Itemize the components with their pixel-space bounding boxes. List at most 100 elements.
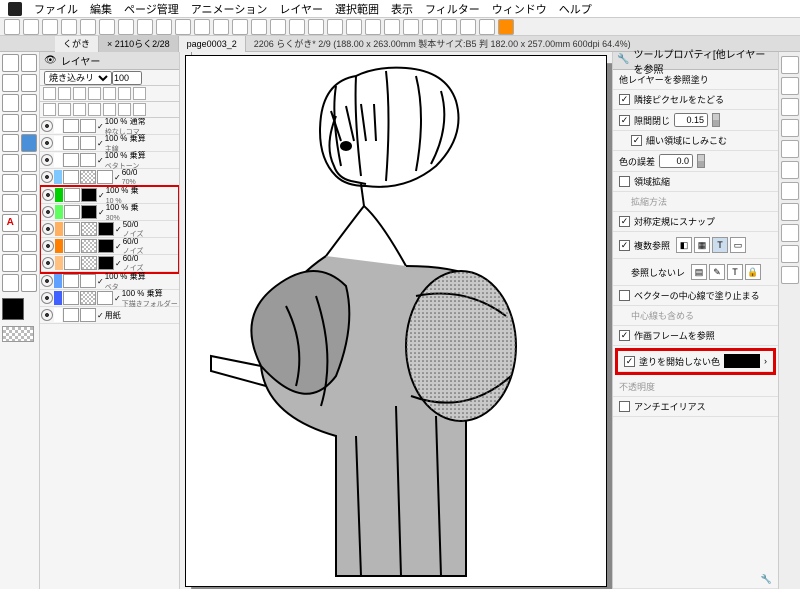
tool-icon[interactable] xyxy=(21,174,38,192)
menu-view[interactable]: 表示 xyxy=(391,1,413,17)
tool-icon[interactable] xyxy=(21,94,38,112)
spinner[interactable] xyxy=(697,154,705,168)
toolbar-btn[interactable] xyxy=(118,19,134,35)
visibility-toggle-icon[interactable] xyxy=(42,206,54,218)
toolbar-btn[interactable] xyxy=(384,19,400,35)
visibility-toggle-icon[interactable] xyxy=(41,309,53,321)
close-gap-value[interactable] xyxy=(674,113,708,127)
toolbar-btn[interactable] xyxy=(175,19,191,35)
toolbar-btn[interactable] xyxy=(232,19,248,35)
layer-tool-btn[interactable] xyxy=(58,87,71,100)
tool-icon[interactable] xyxy=(2,174,19,192)
tool-icon[interactable] xyxy=(2,274,19,292)
tool-icon[interactable] xyxy=(21,74,38,92)
layer-tool-btn[interactable] xyxy=(133,87,146,100)
side-tool-icon[interactable] xyxy=(781,266,799,284)
layer-tool-btn[interactable] xyxy=(58,103,71,116)
spinner[interactable] xyxy=(712,113,720,127)
layer-row[interactable]: ✓60/0ノイズ xyxy=(41,255,178,272)
toolbar-btn[interactable] xyxy=(137,19,153,35)
visibility-toggle-icon[interactable] xyxy=(41,120,53,132)
toolbar-btn[interactable] xyxy=(194,19,210,35)
layer-tool-btn[interactable] xyxy=(88,103,101,116)
tool-icon[interactable] xyxy=(2,154,19,172)
refer-btn[interactable]: ◧ xyxy=(676,237,692,253)
tool-icon[interactable] xyxy=(2,194,19,212)
menu-animation[interactable]: アニメーション xyxy=(191,1,268,17)
visibility-toggle-icon[interactable] xyxy=(42,189,54,201)
layer-tool-btn[interactable] xyxy=(43,87,56,100)
layer-color-swatch[interactable] xyxy=(54,136,62,150)
layer-row[interactable]: ✓用紙 xyxy=(40,307,179,324)
layer-tool-btn[interactable] xyxy=(88,87,101,100)
notrefer-btn[interactable]: ▤ xyxy=(691,264,707,280)
layer-tool-btn[interactable] xyxy=(133,103,146,116)
canvas-page[interactable] xyxy=(186,56,606,586)
layer-tool-btn[interactable] xyxy=(118,87,131,100)
toolbar-btn[interactable] xyxy=(61,19,77,35)
refer-btn[interactable]: ▦ xyxy=(694,237,710,253)
toolbar-btn[interactable] xyxy=(42,19,58,35)
prop-close-gap[interactable]: 隙間閉じ xyxy=(613,110,778,131)
refer-btn[interactable]: ▭ xyxy=(730,237,746,253)
blend-mode-select[interactable]: 焼き込みリ xyxy=(44,71,112,85)
side-tool-icon[interactable] xyxy=(781,140,799,158)
visibility-toggle-icon[interactable] xyxy=(41,171,53,183)
prop-no-start-color[interactable]: 塗りを開始しない色 › xyxy=(618,351,773,372)
prop-antialias[interactable]: アンチエイリアス xyxy=(613,397,778,417)
layer-color-swatch[interactable] xyxy=(54,119,62,133)
visibility-toggle-icon[interactable] xyxy=(42,223,54,235)
visibility-toggle-icon[interactable] xyxy=(41,137,53,149)
foreground-color-swatch[interactable] xyxy=(2,298,24,320)
toolbar-btn[interactable] xyxy=(251,19,267,35)
color-margin-value[interactable] xyxy=(659,154,693,168)
layer-color-swatch[interactable] xyxy=(54,291,62,305)
layer-row[interactable]: ✓100 % 乗30% xyxy=(41,204,178,221)
menu-help[interactable]: ヘルプ xyxy=(559,1,592,17)
layer-color-swatch[interactable] xyxy=(55,239,63,253)
layer-tool-btn[interactable] xyxy=(103,103,116,116)
layer-color-swatch[interactable] xyxy=(55,205,63,219)
notrefer-btn[interactable]: 🔒 xyxy=(745,264,761,280)
layer-row[interactable]: ✓60/070% xyxy=(40,169,179,186)
layer-color-swatch[interactable] xyxy=(54,274,62,288)
toolbar-btn[interactable] xyxy=(99,19,115,35)
tool-icon[interactable] xyxy=(2,234,19,252)
side-tool-icon[interactable] xyxy=(781,98,799,116)
layer-color-swatch[interactable] xyxy=(55,188,63,202)
menu-layer[interactable]: レイヤー xyxy=(279,1,323,17)
visibility-toggle-icon[interactable] xyxy=(41,154,53,166)
layer-tool-btn[interactable] xyxy=(118,103,131,116)
bucket-tool-icon[interactable] xyxy=(21,134,38,152)
refer-btn[interactable]: T xyxy=(712,237,728,253)
tool-icon[interactable] xyxy=(21,234,38,252)
side-tool-icon[interactable] xyxy=(781,77,799,95)
toolbar-btn[interactable] xyxy=(479,19,495,35)
visibility-toggle-icon[interactable] xyxy=(42,240,54,252)
tool-icon[interactable] xyxy=(21,214,38,232)
prop-snap-symmetry[interactable]: 対称定規にスナップ xyxy=(613,212,778,232)
visibility-toggle-icon[interactable] xyxy=(41,275,53,287)
menu-window[interactable]: ウィンドウ xyxy=(492,1,547,17)
prop-vector-center[interactable]: ベクターの中心線で塗り止まる xyxy=(613,286,778,306)
toolbar-btn[interactable] xyxy=(365,19,381,35)
opacity-input[interactable] xyxy=(112,71,142,85)
toolbar-btn[interactable] xyxy=(213,19,229,35)
menu-filter[interactable]: フィルター xyxy=(425,1,480,17)
settings-icon[interactable]: 🔧 xyxy=(761,574,772,585)
tool-icon[interactable] xyxy=(21,274,38,292)
toolbar-btn[interactable] xyxy=(4,19,20,35)
tool-icon[interactable] xyxy=(2,134,19,152)
prop-multi-refer[interactable]: 複数参照 ◧ ▦ T ▭ xyxy=(613,232,778,259)
layer-tool-btn[interactable] xyxy=(103,87,116,100)
side-tool-icon[interactable] xyxy=(781,224,799,242)
side-tool-icon[interactable] xyxy=(781,119,799,137)
side-tool-icon[interactable] xyxy=(781,182,799,200)
tool-icon[interactable] xyxy=(2,74,19,92)
prop-color-margin[interactable]: 色の誤差 xyxy=(613,151,778,172)
layer-color-swatch[interactable] xyxy=(55,256,63,270)
toolbar-btn[interactable] xyxy=(346,19,362,35)
side-tool-icon[interactable] xyxy=(781,245,799,263)
toolbar-btn[interactable] xyxy=(403,19,419,35)
prop-narrow-area[interactable]: 細い領域にしみこむ xyxy=(613,131,778,151)
